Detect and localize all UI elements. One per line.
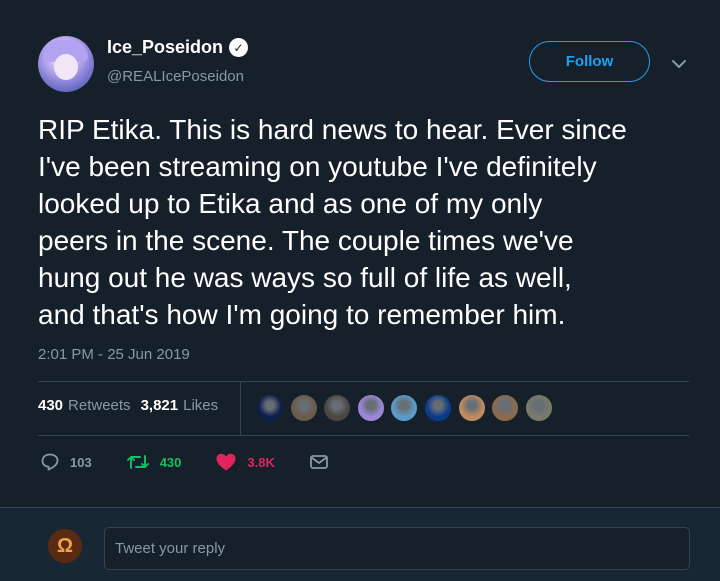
avatar-face (54, 54, 78, 80)
liker-avatar-3[interactable] (323, 394, 352, 422)
envelope-icon (309, 455, 328, 469)
verified-badge-icon: ✓ (229, 38, 249, 57)
reply-input[interactable] (104, 527, 690, 570)
liker-avatars (256, 394, 558, 422)
tweet-card: Ice_Poseidon ✓ @REALIcePoseidon Follow R… (0, 0, 720, 507)
direct-message-action[interactable] (309, 453, 339, 471)
likes-label[interactable]: Likes (183, 397, 218, 414)
author-display-name[interactable]: Ice_Poseidon (107, 37, 223, 58)
tweet-actions: 103 430 3.8K (40, 452, 373, 472)
tweet-timestamp[interactable]: 2:01 PM - 25 Jun 2019 (38, 346, 190, 363)
reply-count: 103 (70, 454, 92, 470)
author-avatar[interactable] (38, 36, 94, 92)
liker-avatar-2[interactable] (289, 394, 318, 422)
liker-avatar-5[interactable] (390, 394, 419, 422)
chevron-down-icon[interactable] (670, 55, 688, 73)
liker-avatar-9[interactable] (524, 394, 553, 422)
retweet-action[interactable]: 430 (126, 452, 182, 472)
liker-avatar-6[interactable] (423, 394, 452, 422)
stats-separator (240, 381, 241, 435)
engagement-stats: 430 Retweets 3,821 Likes (38, 397, 228, 414)
author-handle[interactable]: @REALIcePoseidon (107, 68, 244, 85)
like-count: 3.8K (247, 454, 275, 470)
divider-bottom (38, 435, 689, 436)
follow-button[interactable]: Follow (529, 41, 650, 82)
retweet-count: 430 (159, 454, 182, 470)
liker-avatar-1[interactable] (256, 394, 284, 422)
retweet-icon (126, 455, 149, 469)
retweets-count[interactable]: 430 (38, 397, 63, 414)
heart-icon (216, 453, 236, 471)
divider-top (38, 381, 689, 382)
liker-avatar-4[interactable] (356, 394, 385, 422)
reply-action[interactable]: 103 (40, 452, 92, 472)
like-action[interactable]: 3.8K (215, 452, 275, 472)
reply-icon (41, 453, 59, 471)
author-name-row[interactable]: Ice_Poseidon ✓ (107, 37, 249, 58)
reply-avatar: Ω (48, 529, 82, 563)
tweet-text: RIP Etika. This is hard news to hear. Ev… (38, 114, 627, 330)
retweets-label[interactable]: Retweets (68, 397, 131, 414)
liker-avatar-7[interactable] (457, 394, 486, 422)
liker-avatar-8[interactable] (491, 394, 520, 422)
likes-count[interactable]: 3,821 (141, 397, 179, 414)
